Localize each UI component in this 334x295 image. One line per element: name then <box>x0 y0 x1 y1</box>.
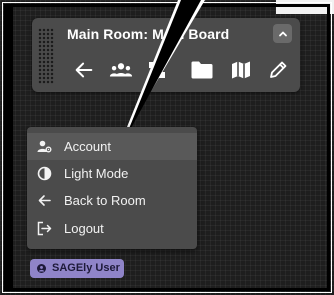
arrow-left-icon <box>37 193 52 208</box>
menu-item-back-to-room[interactable]: Back to Room <box>27 187 197 214</box>
menu-item-label: Back to Room <box>64 193 146 208</box>
chevron-up-icon <box>278 31 287 36</box>
contrast-icon <box>37 166 52 181</box>
apps-icon <box>149 62 165 78</box>
users-icon <box>109 63 133 77</box>
drag-handle[interactable] <box>38 28 54 84</box>
board-toolbar: Main Room: Main Board <box>32 18 300 92</box>
logout-icon <box>37 221 52 236</box>
files-button[interactable] <box>190 58 214 82</box>
menu-item-label: Account <box>64 139 111 154</box>
menu-item-light-mode[interactable]: Light Mode <box>27 160 197 187</box>
menu-item-logout[interactable]: Logout <box>27 215 197 242</box>
folder-icon <box>191 61 213 79</box>
back-button[interactable] <box>72 58 96 82</box>
user-settings-icon <box>37 139 52 154</box>
apps-button[interactable] <box>145 58 169 82</box>
left-edge-strip <box>7 7 13 288</box>
map-icon <box>232 61 250 79</box>
map-button[interactable] <box>229 58 253 82</box>
users-button[interactable] <box>109 58 133 82</box>
menu-item-label: Logout <box>64 221 104 236</box>
user-menu: Account Light Mode Back to Room Logout <box>27 127 197 249</box>
edit-button[interactable] <box>266 58 290 82</box>
pencil-icon <box>270 61 287 78</box>
menu-item-account[interactable]: Account <box>27 133 197 160</box>
menu-item-label: Light Mode <box>64 166 129 181</box>
collapse-button[interactable] <box>273 24 292 43</box>
arrow-left-icon <box>75 62 93 78</box>
user-badge-label: SAGEly User <box>52 262 120 274</box>
top-right-window-edge <box>276 0 334 14</box>
board-title: Main Room: Main Board <box>67 26 230 42</box>
user-circle-icon <box>37 264 46 273</box>
user-badge-button[interactable]: SAGEly User <box>30 259 124 278</box>
